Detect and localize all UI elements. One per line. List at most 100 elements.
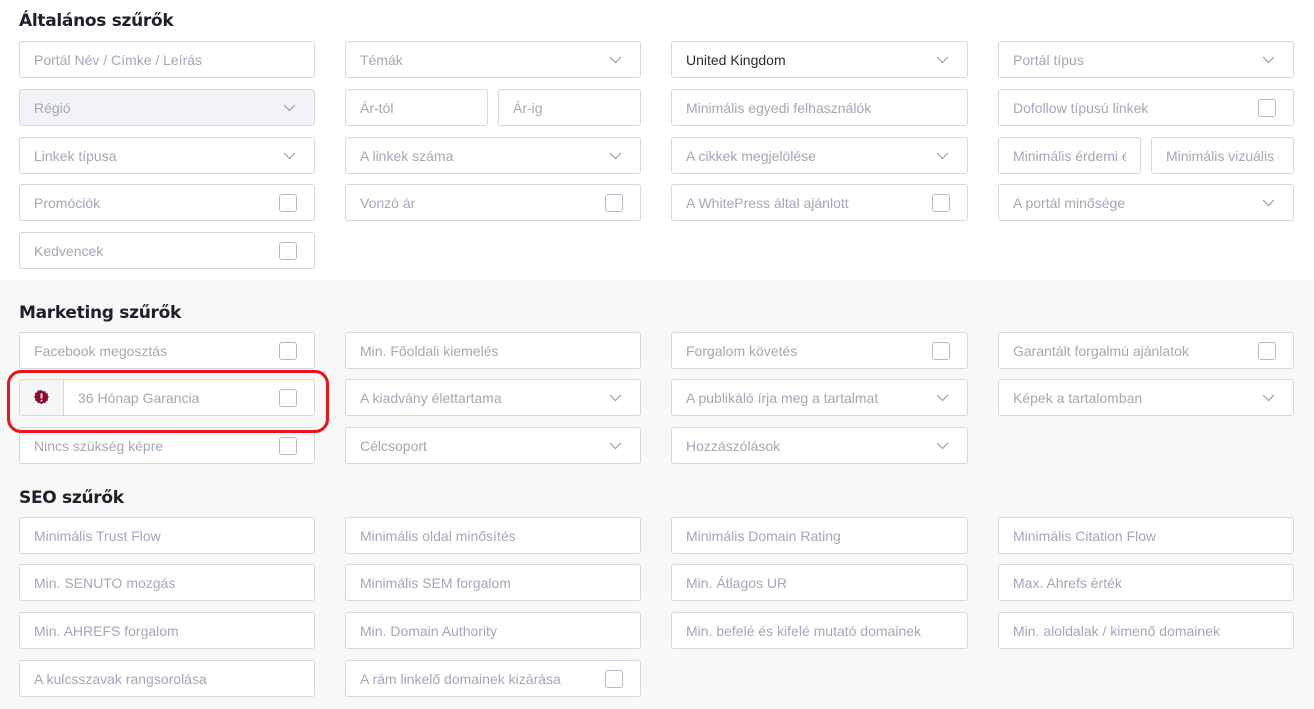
min-domain-rating-input[interactable]: Minimális Domain Rating bbox=[671, 517, 968, 554]
country-select[interactable]: United Kingdom bbox=[671, 41, 968, 78]
region-label: Régió bbox=[34, 99, 71, 116]
min-ahrefs-traffic-placeholder: Min. AHREFS forgalom bbox=[34, 622, 179, 639]
favorites-toggle[interactable]: Kedvencek bbox=[19, 232, 315, 269]
min-senuto-input[interactable]: Min. SENUTO mozgás bbox=[19, 564, 315, 601]
min-sem-traffic-input[interactable]: Minimális SEM forgalom bbox=[345, 564, 641, 601]
keyword-ranking-input[interactable]: A kulcsszavak rangsorolása bbox=[19, 660, 315, 697]
country-value: United Kingdom bbox=[686, 51, 786, 68]
link-count-select[interactable]: A linkek száma bbox=[345, 137, 641, 174]
whitepress-recommended-label: A WhitePress által ajánlott bbox=[686, 194, 849, 211]
topics-label: Témák bbox=[360, 51, 403, 68]
price-from-input[interactable]: Ár-tól bbox=[345, 89, 488, 126]
dofollow-links-toggle[interactable]: Dofollow típusú linkek bbox=[998, 89, 1294, 126]
min-homepage-feature-placeholder: Min. Főoldali kiemelés bbox=[360, 342, 499, 359]
images-in-content-select[interactable]: Képek a tartalomban bbox=[998, 379, 1294, 416]
favorites-label: Kedvencek bbox=[34, 242, 104, 259]
chevron-down-icon bbox=[935, 151, 949, 161]
publication-lifetime-select[interactable]: A kiadvány élettartama bbox=[345, 379, 641, 416]
link-count-label: A linkek száma bbox=[360, 147, 454, 164]
region-select[interactable]: Régió bbox=[19, 89, 315, 126]
keyword-ranking-placeholder: A kulcsszavak rangsorolása bbox=[34, 670, 207, 687]
chevron-down-icon bbox=[935, 55, 949, 65]
guaranteed-traffic-toggle[interactable]: Garantált forgalmú ajánlatok bbox=[998, 332, 1294, 369]
min-domain-rating-placeholder: Minimális Domain Rating bbox=[686, 527, 841, 544]
no-image-needed-toggle[interactable]: Nincs szükség képre bbox=[19, 427, 315, 464]
chevron-down-icon bbox=[608, 393, 622, 403]
attractive-price-toggle[interactable]: Vonzó ár bbox=[345, 184, 641, 221]
chevron-down-icon bbox=[1261, 55, 1275, 65]
max-ahrefs-input[interactable]: Max. Ahrefs érték bbox=[998, 564, 1294, 601]
min-substantive-input[interactable]: Minimális érdemi é bbox=[998, 137, 1141, 174]
exclude-linking-domains-toggle[interactable]: A rám linkelő domainek kizárása bbox=[345, 660, 641, 697]
traffic-tracking-label: Forgalom követés bbox=[686, 342, 798, 359]
promotions-checkbox[interactable] bbox=[279, 193, 297, 212]
marketing-filters-heading: Marketing szűrők bbox=[19, 303, 181, 323]
min-trust-flow-input[interactable]: Minimális Trust Flow bbox=[19, 517, 315, 554]
images-in-content-label: Képek a tartalomban bbox=[1013, 389, 1143, 406]
attractive-price-checkbox[interactable] bbox=[605, 193, 623, 212]
min-avg-ur-input[interactable]: Min. Átlagos UR bbox=[671, 564, 968, 601]
chevron-down-icon bbox=[608, 441, 622, 451]
publisher-writes-label: A publikáló írja meg a tartalmat bbox=[686, 389, 879, 406]
guarantee-36-months-toggle[interactable]: 36 Hónap Garancia bbox=[19, 379, 315, 416]
price-from-placeholder: Ár-tól bbox=[360, 99, 394, 116]
portal-search-placeholder: Portál Név / Címke / Leírás bbox=[34, 51, 203, 68]
min-citation-flow-input[interactable]: Minimális Citation Flow bbox=[998, 517, 1294, 554]
min-domain-authority-input[interactable]: Min. Domain Authority bbox=[345, 612, 641, 649]
portal-quality-label: A portál minősége bbox=[1013, 194, 1126, 211]
min-ahrefs-traffic-input[interactable]: Min. AHREFS forgalom bbox=[19, 612, 315, 649]
guaranteed-traffic-label: Garantált forgalmú ajánlatok bbox=[1013, 342, 1189, 359]
facebook-share-toggle[interactable]: Facebook megosztás bbox=[19, 332, 315, 369]
min-senuto-placeholder: Min. SENUTO mozgás bbox=[34, 574, 176, 591]
guarantee-badge-prefix bbox=[20, 380, 64, 415]
comments-label: Hozzászólások bbox=[686, 437, 781, 454]
no-image-needed-label: Nincs szükség képre bbox=[34, 437, 164, 454]
chevron-down-icon bbox=[608, 55, 622, 65]
min-citation-flow-placeholder: Minimális Citation Flow bbox=[1013, 527, 1157, 544]
whitepress-recommended-checkbox[interactable] bbox=[932, 193, 950, 212]
max-ahrefs-placeholder: Max. Ahrefs érték bbox=[1013, 574, 1122, 591]
whitepress-recommended-toggle[interactable]: A WhitePress által ajánlott bbox=[671, 184, 968, 221]
comments-select[interactable]: Hozzászólások bbox=[671, 427, 968, 464]
favorites-checkbox[interactable] bbox=[279, 241, 297, 260]
min-homepage-feature-input[interactable]: Min. Főoldali kiemelés bbox=[345, 332, 641, 369]
facebook-share-checkbox[interactable] bbox=[279, 341, 297, 360]
topics-select[interactable]: Témák bbox=[345, 41, 641, 78]
chevron-down-icon bbox=[608, 151, 622, 161]
min-avg-ur-placeholder: Min. Átlagos UR bbox=[686, 574, 788, 591]
chevron-down-icon bbox=[282, 151, 296, 161]
publication-lifetime-label: A kiadvány élettartama bbox=[360, 389, 502, 406]
min-visual-input[interactable]: Minimális vizuális é bbox=[1151, 137, 1294, 174]
target-group-select[interactable]: Célcsoport bbox=[345, 427, 641, 464]
promotions-toggle[interactable]: Promóciók bbox=[19, 184, 315, 221]
min-in-out-domains-input[interactable]: Min. befelé és kifelé mutató domainek bbox=[671, 612, 968, 649]
portal-quality-select[interactable]: A portál minősége bbox=[998, 184, 1294, 221]
min-unique-users-input[interactable]: Minimális egyedi felhasználók bbox=[671, 89, 968, 126]
badge-exclamation-icon bbox=[34, 390, 49, 405]
target-group-label: Célcsoport bbox=[360, 437, 427, 454]
dofollow-links-checkbox[interactable] bbox=[1258, 98, 1276, 117]
portal-type-select[interactable]: Portál típus bbox=[998, 41, 1294, 78]
publisher-writes-select[interactable]: A publikáló írja meg a tartalmat bbox=[671, 379, 968, 416]
no-image-needed-checkbox[interactable] bbox=[279, 436, 297, 455]
article-marking-select[interactable]: A cikkek megjelölése bbox=[671, 137, 968, 174]
guaranteed-traffic-checkbox[interactable] bbox=[1258, 341, 1276, 360]
chevron-down-icon bbox=[1261, 198, 1275, 208]
min-page-rating-input[interactable]: Minimális oldal minősítés bbox=[345, 517, 641, 554]
price-to-input[interactable]: Ár-ig bbox=[498, 89, 641, 126]
min-in-out-domains-placeholder: Min. befelé és kifelé mutató domainek bbox=[686, 622, 922, 639]
min-visual-placeholder: Minimális vizuális é bbox=[1166, 147, 1279, 164]
min-subpages-outgoing-input[interactable]: Min. aloldalak / kimenő domainek bbox=[998, 612, 1294, 649]
traffic-tracking-toggle[interactable]: Forgalom követés bbox=[671, 332, 968, 369]
link-type-select[interactable]: Linkek típusa bbox=[19, 137, 315, 174]
guarantee-36-months-checkbox[interactable] bbox=[279, 388, 297, 407]
chevron-down-icon bbox=[282, 103, 296, 113]
exclude-linking-domains-checkbox[interactable] bbox=[605, 669, 623, 688]
guarantee-36-months-label: 36 Hónap Garancia bbox=[78, 389, 200, 406]
price-to-placeholder: Ár-ig bbox=[513, 99, 543, 116]
min-sem-traffic-placeholder: Minimális SEM forgalom bbox=[360, 574, 511, 591]
portal-search-input[interactable]: Portál Név / Címke / Leírás bbox=[19, 41, 315, 78]
seo-filters-heading: SEO szűrők bbox=[19, 488, 124, 508]
traffic-tracking-checkbox[interactable] bbox=[932, 341, 950, 360]
chevron-down-icon bbox=[935, 441, 949, 451]
